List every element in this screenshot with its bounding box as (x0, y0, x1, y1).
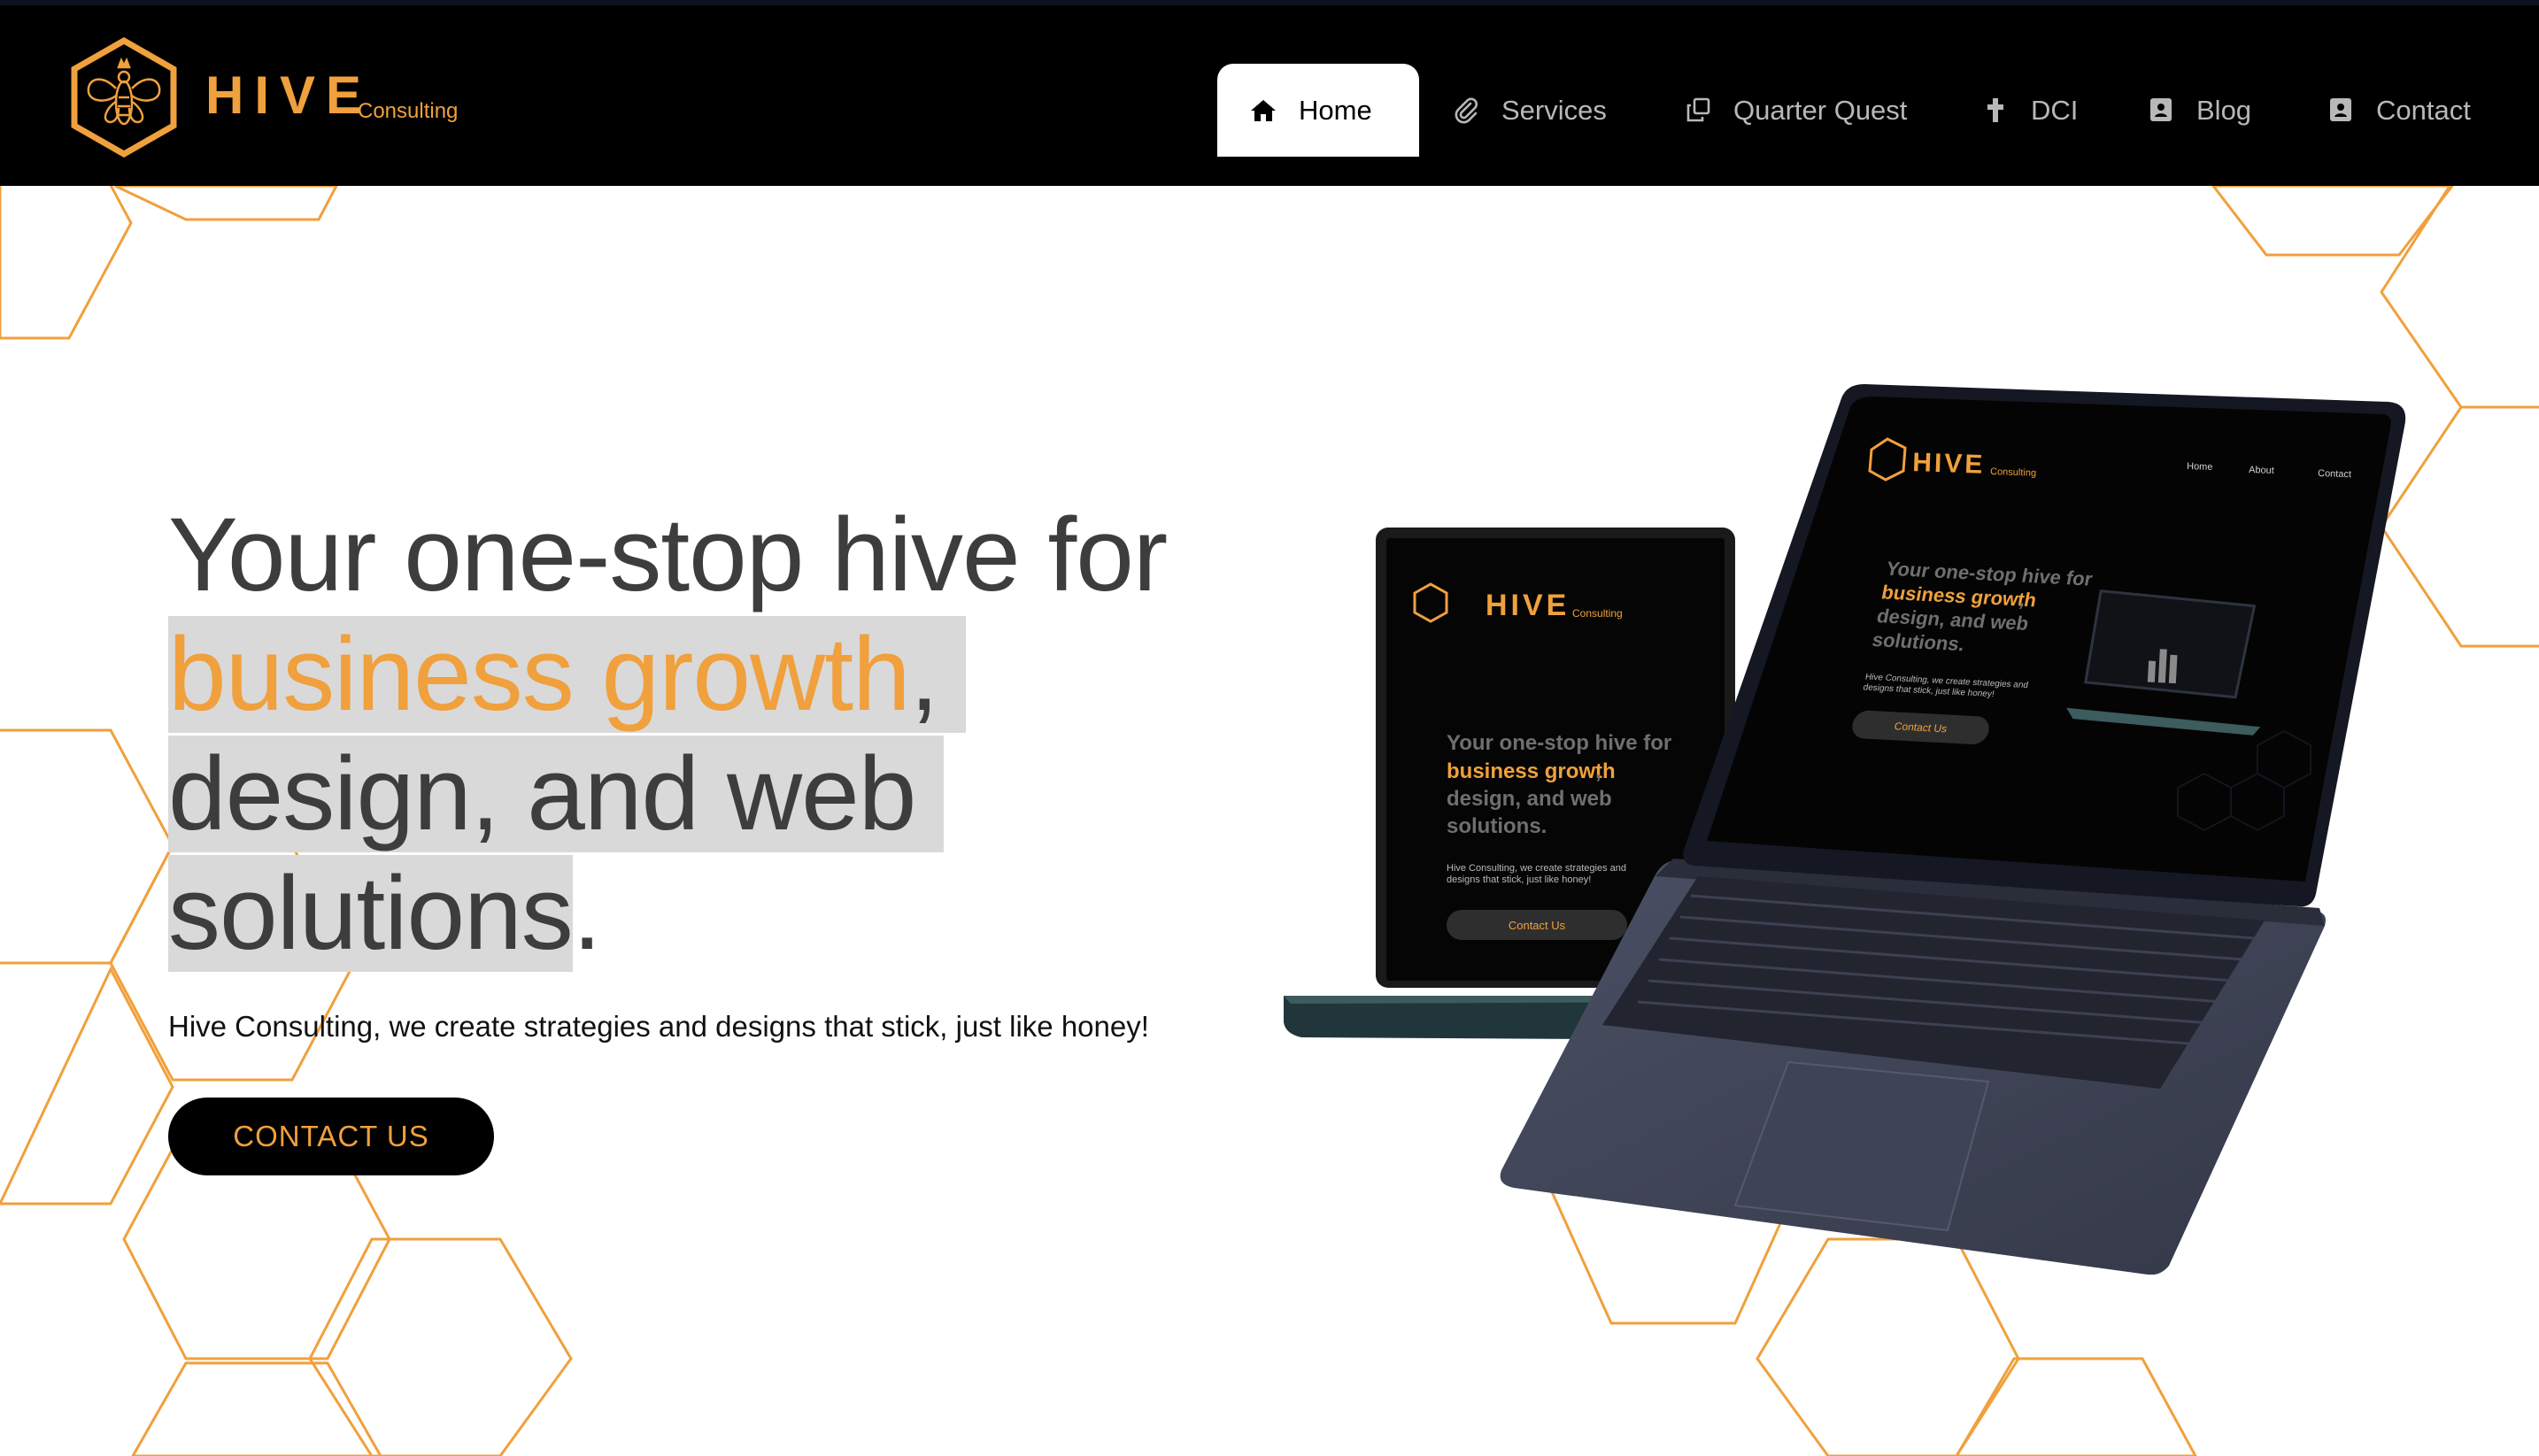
contact-us-button[interactable]: CONTACT US (168, 1098, 494, 1175)
browser-viewport: HIVE Consulting Home Services Quarter Qu… (0, 0, 2539, 1456)
nav-home-label: Home (1299, 95, 1372, 126)
paperclip-icon (1455, 97, 1478, 124)
nav-services-label: Services (1501, 94, 1607, 126)
nav-quarter-quest[interactable]: Quarter Quest (1684, 64, 1907, 156)
front-nav-home: Home (2187, 461, 2213, 473)
back-headline-accent: business growth (1447, 759, 1616, 783)
contact-card-icon (2150, 98, 2172, 121)
back-headline-3: solutions. (1447, 814, 1547, 838)
nav-contact[interactable]: Contact (2327, 64, 2471, 156)
cross-icon (1987, 98, 2003, 122)
brand-tagline: Consulting (358, 99, 459, 123)
headline-line-2: design, and web (168, 736, 945, 852)
nav-dci[interactable]: DCI (1981, 64, 2078, 156)
nav-quarter-quest-label: Quarter Quest (1733, 94, 1908, 126)
back-brand: HIVE (1486, 589, 1570, 622)
brand-name[interactable]: HIVE (205, 69, 372, 122)
contact-card-icon (2330, 98, 2351, 121)
front-nav-contact: Contact (2318, 468, 2351, 480)
nav-contact-label: Contact (2376, 94, 2471, 126)
front-brand: HIVE (1912, 448, 1986, 480)
back-body-1: Hive Consulting, we create strategies an… (1447, 863, 1626, 874)
front-tagline: Consulting (1990, 466, 2036, 479)
front-nav-about: About (2249, 465, 2274, 476)
back-headline-comma: , (1595, 759, 1601, 783)
copy-icon (1686, 97, 1710, 122)
hero-subtext: Hive Consulting, we create strategies an… (168, 1010, 1149, 1043)
nav-services[interactable]: Services (1452, 64, 1607, 156)
headline-line-3: solutions (168, 855, 574, 972)
back-tagline: Consulting (1572, 607, 1623, 620)
hive-logo-icon[interactable] (69, 37, 179, 158)
hero-headline: Your one-stop hive for business growth, … (168, 496, 1337, 974)
back-cta: Contact Us (1509, 919, 1566, 932)
home-icon (1251, 99, 1276, 121)
back-headline-2: design, and web (1447, 787, 1612, 811)
headline-line-1: Your one-stop hive for (168, 497, 1168, 613)
laptop-mockup-image: HIVE Consulting Your one-stop hive for b… (1284, 384, 2406, 1275)
nav-home[interactable]: Home (1217, 64, 1419, 157)
nav-blog[interactable]: Blog (2147, 64, 2251, 156)
headline-highlight-1: business growth, (168, 616, 967, 733)
headline-comma: , (909, 616, 939, 733)
headline-period: . (572, 855, 602, 972)
back-headline-1: Your one-stop hive for (1447, 731, 1671, 755)
headline-accent: business growth (168, 616, 911, 733)
headline-line-2-text: design, and web (168, 736, 916, 852)
nav-dci-label: DCI (2031, 94, 2079, 126)
site-header: HIVE Consulting Home Services Quarter Qu… (0, 0, 2539, 186)
nav-blog-label: Blog (2196, 94, 2252, 126)
back-body-2: designs that stick, just like honey! (1447, 874, 1591, 885)
